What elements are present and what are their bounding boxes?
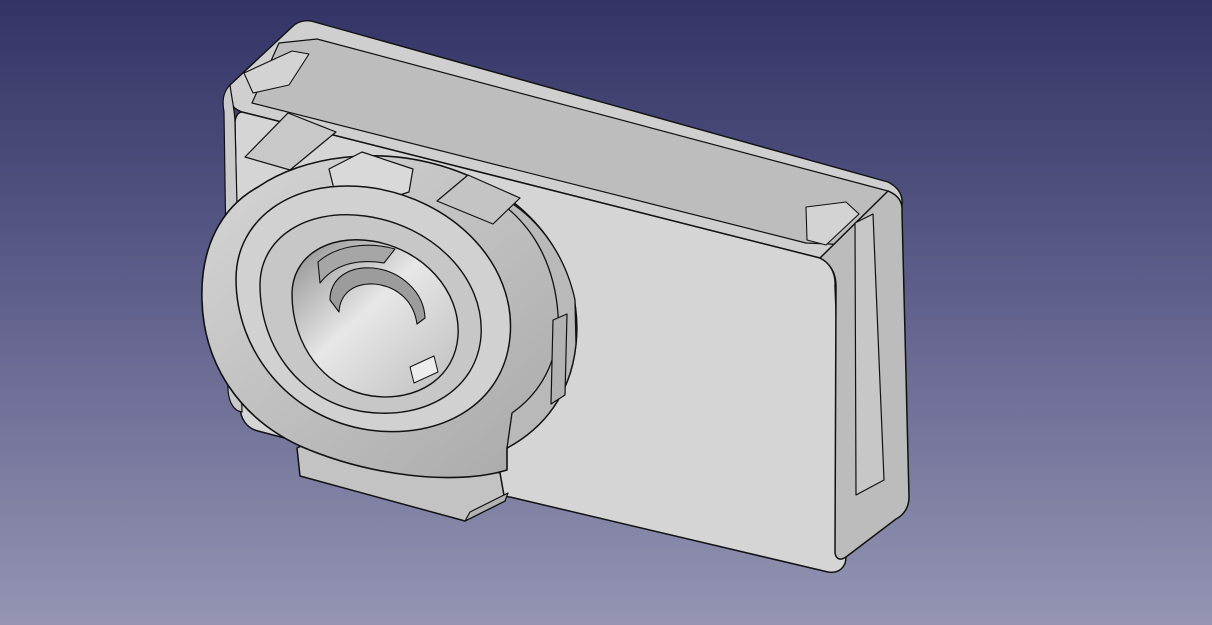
cad-part[interactable]	[201, 20, 910, 574]
model-render[interactable]	[0, 0, 1212, 625]
3d-viewport[interactable]	[0, 0, 1212, 625]
boss-side-notch	[550, 313, 568, 405]
